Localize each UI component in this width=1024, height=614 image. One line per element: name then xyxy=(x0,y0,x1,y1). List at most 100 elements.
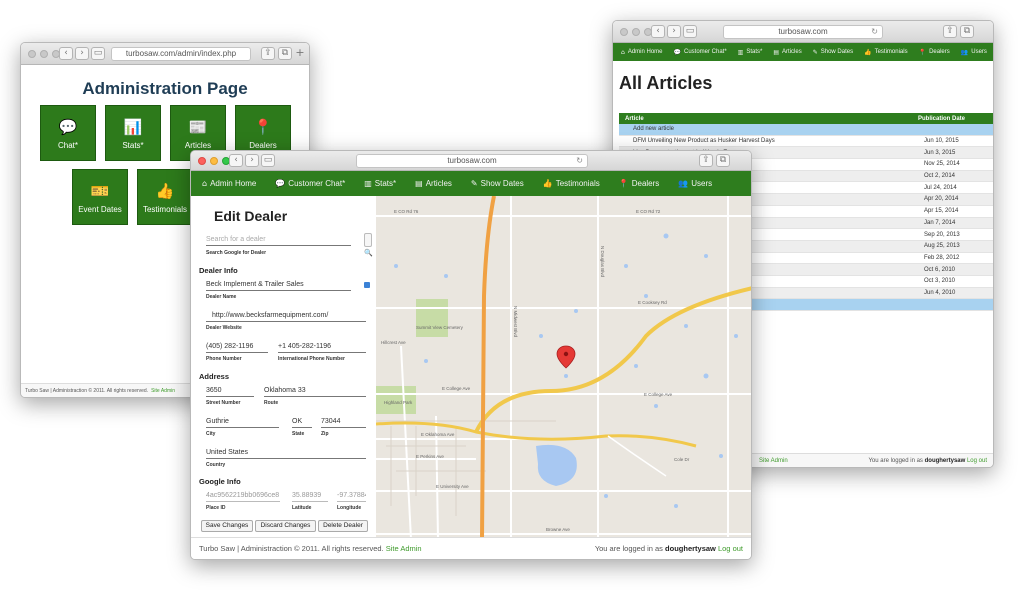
intl-phone-field[interactable]: +1 405-282-1196 xyxy=(278,342,366,353)
country-label: Country xyxy=(206,462,226,468)
minimize-dot[interactable] xyxy=(40,50,48,58)
sidebar-icon[interactable]: ▭ xyxy=(683,25,697,38)
publication-date-cell: Aug 25, 2013 xyxy=(924,243,960,250)
zip-field[interactable]: 73044 xyxy=(321,417,366,428)
table-row[interactable]: DFM Unveiling New Product as Husker Harv… xyxy=(619,136,993,148)
dealer-name-field[interactable]: Beck Implement & Trailer Sales xyxy=(206,280,351,291)
tabs-icon[interactable]: ⧉ xyxy=(960,25,974,38)
dealer-name-checkbox[interactable] xyxy=(364,282,370,288)
newspaper-icon: ▤ xyxy=(415,179,423,188)
nav-stats[interactable]: ▥ Stats* xyxy=(364,179,396,188)
publication-date-cell: Apr 20, 2014 xyxy=(924,196,959,203)
discard-changes-button[interactable]: Discard Changes xyxy=(255,520,316,532)
nav-articles[interactable]: ▤ Articles xyxy=(773,49,801,56)
website-field[interactable]: http://www.becksfarmequipment.com/ xyxy=(206,311,366,322)
logout-link[interactable]: Log out xyxy=(718,544,743,553)
back-button[interactable]: ‹ xyxy=(59,47,73,60)
forward-button[interactable]: › xyxy=(75,47,89,60)
map-label: Cole Dr xyxy=(674,457,690,462)
reload-icon[interactable]: ↻ xyxy=(871,26,878,38)
forward-button[interactable]: › xyxy=(245,154,259,167)
close-dot[interactable] xyxy=(198,157,206,165)
address-bar[interactable]: turbosaw.com ↻ xyxy=(356,154,588,168)
nav-show-dates[interactable]: ✎ Show Dates xyxy=(813,49,853,56)
country-field[interactable]: United States xyxy=(206,448,366,459)
admin-navbar: ⌂ Admin Home 💬 Customer Chat* ▥ Stats* ▤ Art… xyxy=(191,171,751,196)
nav-admin-home[interactable]: ⌂ Admin Home xyxy=(621,49,663,56)
latitude-field: 35.88939 xyxy=(292,491,328,502)
route-field[interactable]: Oklahoma 33 xyxy=(264,386,366,397)
nav-users[interactable]: 👥 Users xyxy=(678,179,712,188)
new-tab-icon[interactable]: + xyxy=(294,47,306,60)
street-number-field[interactable]: 3650 xyxy=(206,386,254,397)
nav-customer-chat[interactable]: 💬 Customer Chat* xyxy=(275,179,345,188)
phone-label: Phone Number xyxy=(206,356,242,362)
nav-dealers[interactable]: 📍 Dealers xyxy=(619,179,660,188)
close-dot[interactable] xyxy=(28,50,36,58)
thumbs-up-icon: 👍 xyxy=(864,48,872,56)
nav-show-dates[interactable]: ✎ Show Dates xyxy=(471,179,524,188)
map-marker-icon: 📍 xyxy=(253,118,273,136)
publication-date-cell: Jun 4, 2010 xyxy=(924,289,956,296)
sidebar-icon[interactable]: ▭ xyxy=(91,47,105,60)
browser-chrome: ‹ › ▭ turbosaw.com/admin/index.php ⇪ ⧉ + xyxy=(21,43,309,65)
share-icon[interactable]: ⇪ xyxy=(699,154,713,167)
sidebar-icon[interactable]: ▭ xyxy=(261,154,275,167)
minimize-dot[interactable] xyxy=(632,28,640,36)
nav-stats[interactable]: ▥ Stats* xyxy=(738,49,763,56)
nav-dealers[interactable]: 📍 Dealers xyxy=(919,49,950,56)
nav-customer-chat[interactable]: 💬 Customer Chat* xyxy=(674,49,727,56)
tabs-icon[interactable]: ⧉ xyxy=(278,47,292,60)
tile-chat[interactable]: 💬 Chat* xyxy=(40,105,96,161)
map-marker-icon: 📍 xyxy=(618,179,629,188)
dealer-search-input[interactable]: Search for a dealer xyxy=(206,235,351,246)
logout-link[interactable]: Log out xyxy=(967,458,987,464)
site-admin-link[interactable]: Site Admin xyxy=(759,458,788,464)
nav-testimonials[interactable]: 👍 Testimonials xyxy=(543,179,600,188)
map-canvas[interactable]: E CO Rd 76 E CO Rd 72 E Cooksey Rd Summi… xyxy=(376,196,751,537)
url-text: turbosaw.com xyxy=(447,156,497,165)
reload-icon[interactable]: ↻ xyxy=(576,155,583,167)
tile-testimonials[interactable]: 👍 Testimonials xyxy=(137,169,193,225)
back-button[interactable]: ‹ xyxy=(651,25,665,38)
page-title: Administration Page xyxy=(82,79,248,98)
map-label: Hillcrest Ave xyxy=(381,340,406,345)
address-bar[interactable]: turbosaw.com ↻ xyxy=(723,25,883,39)
chat-icon: 💬 xyxy=(673,48,681,56)
phone-field[interactable]: (405) 282-1196 xyxy=(206,342,268,353)
save-changes-button[interactable]: Save Changes xyxy=(201,520,253,532)
publication-date-cell: Oct 6, 2010 xyxy=(924,266,956,273)
add-article-row[interactable]: Add new article xyxy=(619,124,993,136)
share-icon[interactable]: ⇪ xyxy=(943,25,957,38)
forward-button[interactable]: › xyxy=(667,25,681,38)
tabs-icon[interactable]: ⧉ xyxy=(716,154,730,167)
city-field[interactable]: Guthrie xyxy=(206,417,279,428)
back-button[interactable]: ‹ xyxy=(229,154,243,167)
article-title-cell: DFM Unveiling New Product as Husker Harv… xyxy=(633,138,775,145)
search-icon[interactable]: 🔍 xyxy=(364,249,373,257)
site-admin-link[interactable]: Site Admin xyxy=(386,544,422,553)
nav-testimonials[interactable]: 👍 Testimonials xyxy=(864,49,908,56)
close-dot[interactable] xyxy=(620,28,628,36)
username: doughertysaw xyxy=(924,457,966,464)
nav-admin-home[interactable]: ⌂ Admin Home xyxy=(202,179,256,188)
tile-stats[interactable]: 📊 Stats* xyxy=(105,105,161,161)
search-scrollbar[interactable] xyxy=(364,233,372,247)
nav-users[interactable]: 👥 Users xyxy=(961,49,987,56)
share-icon[interactable]: ⇪ xyxy=(261,47,275,60)
browser-chrome: ‹ › ▭ turbosaw.com ↻ ⇪ ⧉ xyxy=(191,151,751,171)
address-bar[interactable]: turbosaw.com/admin/index.php xyxy=(111,47,251,61)
minimize-dot[interactable] xyxy=(210,157,218,165)
users-icon: 👥 xyxy=(678,179,689,188)
nav-articles[interactable]: ▤ Articles xyxy=(415,179,452,188)
delete-dealer-button[interactable]: Delete Dealer xyxy=(318,520,368,532)
tile-event-dates[interactable]: 🎫 Event Dates xyxy=(72,169,128,225)
state-field[interactable]: OK xyxy=(292,417,312,428)
dealer-map[interactable]: E CO Rd 76 E CO Rd 72 E Cooksey Rd Summi… xyxy=(376,196,751,537)
map-label: Highland Park xyxy=(384,400,413,405)
street-number-label: Street Number xyxy=(206,400,241,406)
site-admin-link[interactable]: Site Admin xyxy=(151,388,175,394)
dealer-name-label: Dealer Name xyxy=(206,294,237,300)
chat-icon: 💬 xyxy=(275,179,286,188)
map-label: E University Ave xyxy=(436,484,469,489)
